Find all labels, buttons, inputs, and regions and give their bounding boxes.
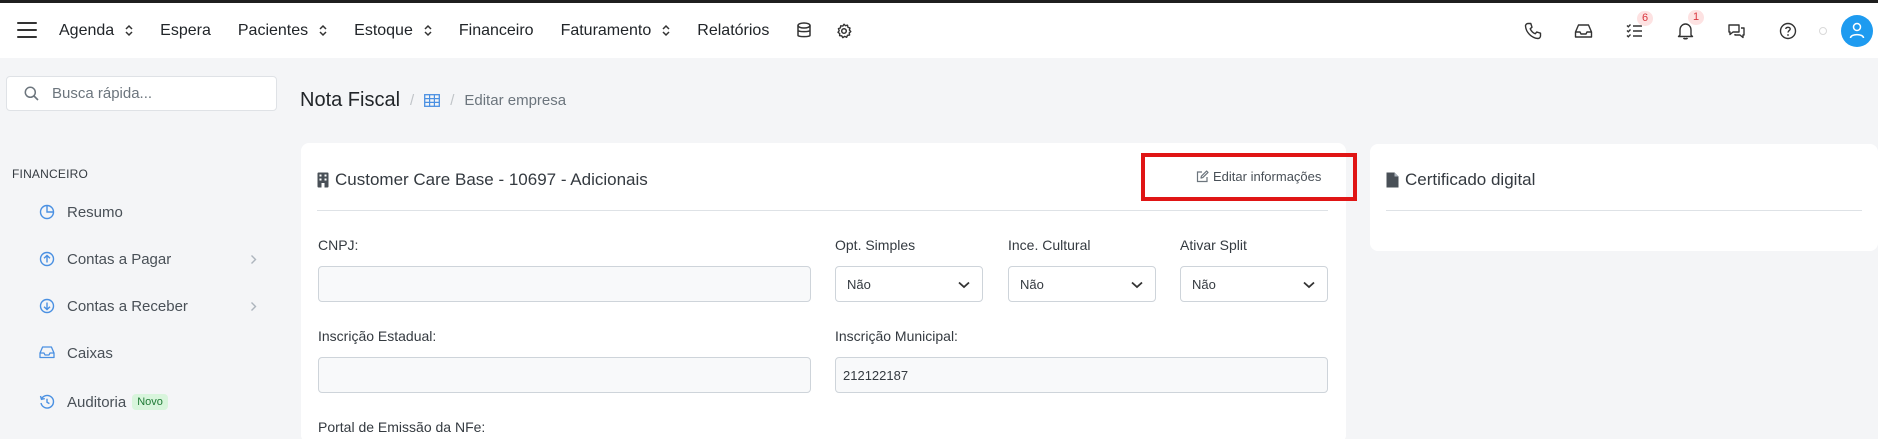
chevron-right-icon [250,301,257,312]
edit-info-button[interactable]: Editar informações [1196,169,1321,184]
search-input[interactable] [52,85,252,102]
card-divider [317,210,1328,211]
breadcrumb-current: Editar empresa [464,92,567,109]
gear-icon[interactable] [836,23,852,39]
arrow-up-circle-icon [39,251,55,267]
chat-icon[interactable] [1711,23,1762,39]
ince-cultural-value: Não [1020,276,1044,292]
sidebar-item-label: Contas a Receber [67,297,188,315]
history-icon [39,394,55,410]
ativar-split-label: Ativar Split [1180,237,1247,253]
nav-pacientes[interactable]: Pacientes [238,22,327,40]
sort-caret-icon [319,24,327,37]
right-toolbar: 6 1 [1507,3,1878,58]
nav-espera-label: Espera [160,21,211,39]
sidebar-item-resumo[interactable]: Resumo [39,197,257,227]
company-title-text: Customer Care Base - 10697 - Adicionais [335,170,648,189]
chevron-down-icon [1303,277,1315,292]
sidebar-item-contas-a-receber[interactable]: Contas a Receber [39,291,257,321]
company-card-title: Customer Care Base - 10697 - Adicionais [317,170,648,190]
card-divider [1386,210,1862,211]
sort-caret-icon [125,24,133,37]
nav-faturamento-label: Faturamento [560,21,652,39]
ativar-split-select[interactable]: Não [1180,266,1328,302]
opt-simples-select[interactable]: Não [835,266,983,302]
nav-faturamento[interactable]: Faturamento [561,22,671,40]
arrow-down-circle-icon [39,298,55,314]
inscricao-estadual-field[interactable] [318,357,811,393]
inbox-icon [39,345,55,361]
nav-agenda[interactable]: Agenda [59,22,133,40]
edit-icon [1196,170,1209,183]
nav-relatorios-label: Relatórios [697,21,770,39]
cnpj-label: CNPJ: [318,237,359,253]
building-icon [317,172,329,188]
inscricao-municipal-field[interactable] [835,357,1328,393]
chevron-right-icon [250,254,257,265]
search-icon [24,86,39,101]
opt-simples-value: Não [847,276,871,292]
sidebar-item-label: Resumo [67,203,123,221]
sort-caret-icon [662,24,670,37]
breadcrumb: Nota Fiscal / / Editar empresa [300,89,566,112]
inscricao-municipal-label: Inscrição Municipal: [835,328,958,344]
phone-icon[interactable] [1507,22,1558,40]
nav-financeiro[interactable]: Financeiro [459,22,534,40]
nav-relatorios[interactable]: Relatórios [697,22,769,40]
nav-estoque-label: Estoque [354,21,413,39]
nav-financeiro-label: Financeiro [458,21,534,39]
bell-icon[interactable]: 1 [1660,9,1711,40]
sidebar-item-caixas[interactable]: Caixas [39,338,257,368]
opt-simples-label: Opt. Simples [835,237,916,253]
status-dot [1819,26,1827,35]
nav-espera[interactable]: Espera [160,22,211,40]
sidebar-item-auditoria[interactable]: Auditoria Novo [39,387,257,417]
breadcrumb-separator: / [410,92,415,109]
ativar-split-value: Não [1192,276,1216,292]
edit-info-label: Editar informações [1213,169,1322,184]
breadcrumb-separator: / [450,92,455,109]
cnpj-field[interactable] [318,266,811,302]
main-nav: Agenda Espera Pacientes Estoque Financei… [59,3,876,58]
certificate-card [1370,144,1878,251]
help-icon[interactable] [1762,22,1813,40]
quick-search[interactable] [6,76,277,111]
user-icon [1849,22,1865,39]
nav-agenda-label: Agenda [59,21,115,39]
page-title: Nota Fiscal [300,89,401,111]
tasks-badge: 6 [1637,11,1654,26]
hamburger-icon[interactable] [17,22,37,38]
nav-pacientes-label: Pacientes [237,21,309,39]
ince-cultural-select[interactable]: Não [1008,266,1156,302]
pie-chart-icon [39,204,55,220]
bell-badge: 1 [1688,9,1705,25]
inbox-icon[interactable] [1558,23,1609,39]
certificate-card-title: Certificado digital [1386,170,1535,190]
sidebar-item-label: Contas a Pagar [67,250,172,268]
new-badge: Novo [132,394,168,410]
sidebar-section-title: FINANCEIRO [12,167,89,181]
chevron-down-icon [958,277,970,292]
database-icon[interactable] [796,22,812,39]
portal-label: Portal de Emissão da NFe: [318,419,486,435]
ince-cultural-label: Ince. Cultural [1008,237,1091,253]
sort-caret-icon [424,24,432,37]
sidebar-item-contas-a-pagar[interactable]: Contas a Pagar [39,244,257,274]
inscricao-estadual-label: Inscrição Estadual: [318,328,437,344]
chevron-down-icon [1131,277,1143,292]
sidebar-item-label: Caixas [67,344,113,362]
nav-estoque[interactable]: Estoque [354,22,432,40]
grid-icon[interactable] [424,94,441,107]
tasks-icon[interactable]: 6 [1609,11,1660,38]
file-icon [1386,172,1399,188]
top-navbar: Agenda Espera Pacientes Estoque Financei… [0,0,1878,58]
avatar[interactable] [1841,14,1873,47]
certificate-title-text: Certificado digital [1405,170,1536,189]
sidebar-item-label: Auditoria [67,393,127,411]
